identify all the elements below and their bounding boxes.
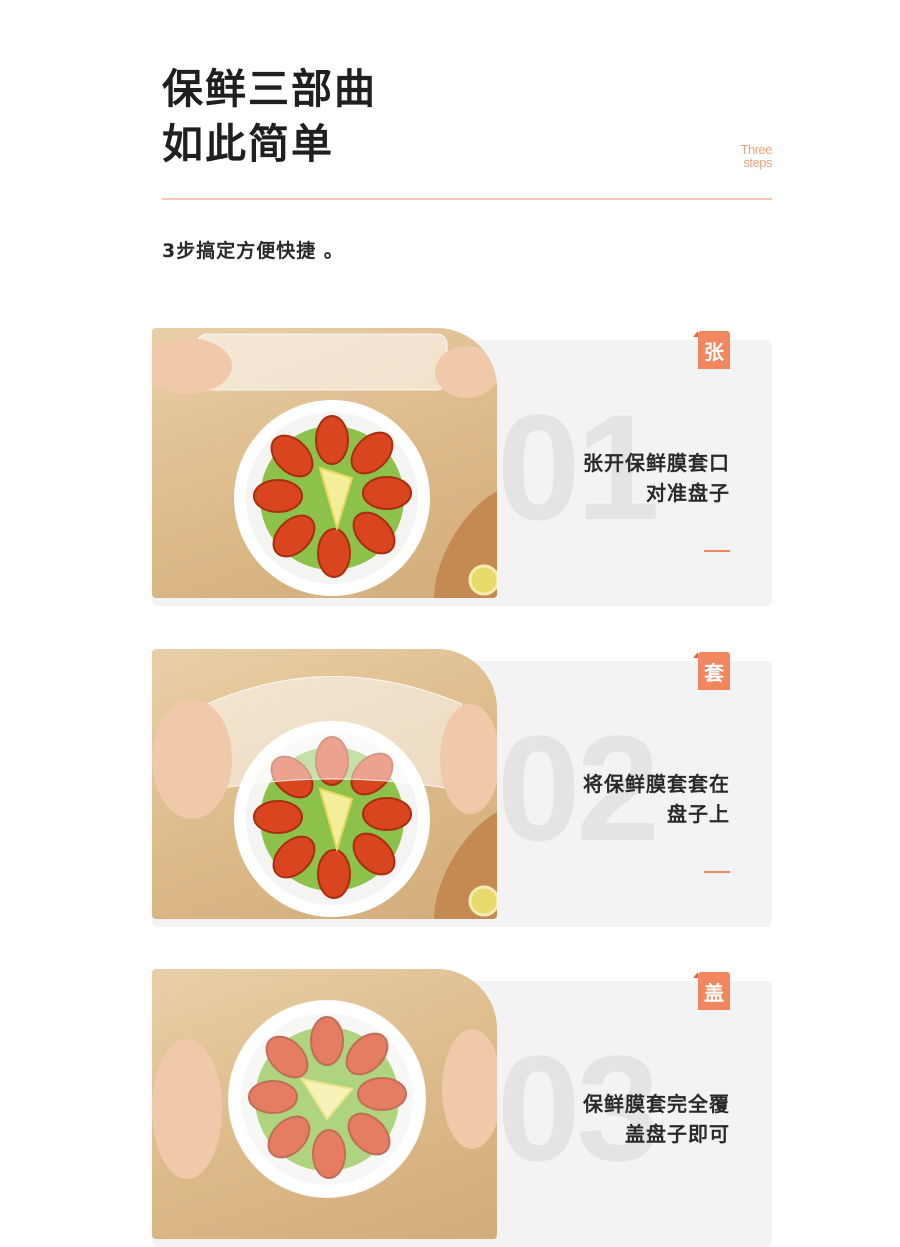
step-description: 张开保鲜膜套口 对准盘子 xyxy=(583,448,730,508)
header-divider xyxy=(162,198,772,200)
step-photo-fully-covered xyxy=(152,969,497,1239)
page-title: 保鲜三部曲 如此简单 xyxy=(162,62,377,172)
step-dash xyxy=(704,871,730,873)
step-card-3: 03 盖 保鲜膜套完全覆 盖盘子即可 xyxy=(152,969,772,1247)
step-photo-open-wrap xyxy=(152,328,497,598)
english-caption-line-2: steps xyxy=(743,155,772,170)
title-line-1: 保鲜三部曲 xyxy=(162,65,377,113)
step-card-2: 02 套 将保鲜膜套套在 盘子上 xyxy=(152,649,772,927)
title-line-2: 如此简单 xyxy=(162,120,334,168)
subtitle: 3步搞定方便快捷 。 xyxy=(162,240,344,262)
step-badge: 张 xyxy=(693,331,730,369)
step-badge: 盖 xyxy=(693,972,730,1010)
step-description-line-2: 盘子上 xyxy=(667,802,730,826)
step-description-line-1: 张开保鲜膜套口 xyxy=(583,451,730,475)
step-photo-cover-plate xyxy=(152,649,497,919)
step-dash xyxy=(704,550,730,552)
step-description-line-2: 盖盘子即可 xyxy=(625,1122,730,1146)
step-description: 保鲜膜套完全覆 盖盘子即可 xyxy=(583,1089,730,1149)
step-description: 将保鲜膜套套在 盘子上 xyxy=(583,769,730,829)
step-badge: 套 xyxy=(693,652,730,690)
english-caption: Three steps xyxy=(741,143,773,170)
step-description-line-2: 对准盘子 xyxy=(646,481,730,505)
step-description-line-1: 将保鲜膜套套在 xyxy=(583,772,730,796)
step-card-1: 01 张 张开保鲜膜套口 对准盘子 xyxy=(152,328,772,606)
step-description-line-1: 保鲜膜套完全覆 xyxy=(583,1092,730,1116)
